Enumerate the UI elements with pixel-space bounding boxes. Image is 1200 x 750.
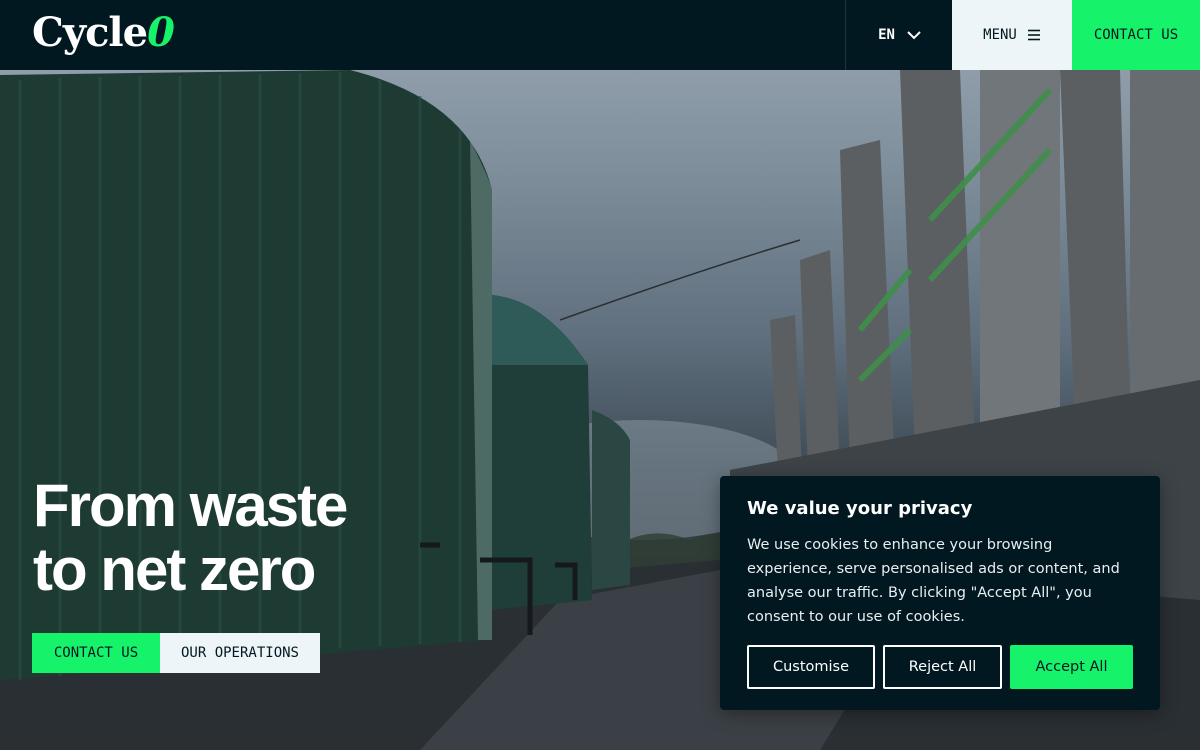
reject-all-label: Reject All bbox=[908, 659, 977, 675]
reject-all-button[interactable]: Reject All bbox=[883, 645, 1002, 689]
cookie-body-text: We use cookies to enhance your browsing … bbox=[747, 537, 1120, 625]
headline-line-2: to net zero bbox=[33, 536, 316, 603]
menu-button[interactable]: MENU bbox=[952, 0, 1072, 70]
hero-cta-group: CONTACT US OUR OPERATIONS bbox=[32, 633, 320, 673]
chevron-down-icon bbox=[907, 30, 921, 39]
cookie-button-group: Customise Reject All Accept All bbox=[747, 645, 1133, 689]
language-selector[interactable]: EN bbox=[845, 0, 953, 70]
hero-headline: From waste to net zero bbox=[33, 472, 348, 603]
header-contact-label: CONTACT US bbox=[1093, 27, 1179, 43]
logo-text: Cycle bbox=[32, 9, 148, 56]
cookie-title: We value your privacy bbox=[747, 498, 973, 519]
customise-label: Customise bbox=[772, 659, 850, 675]
header-contact-button[interactable]: CONTACT US bbox=[1072, 0, 1200, 70]
hamburger-icon bbox=[1027, 29, 1040, 41]
headline-line-1: From waste bbox=[33, 472, 348, 539]
logo-accent: 0 bbox=[147, 9, 175, 56]
hero-contact-label: CONTACT US bbox=[53, 645, 139, 661]
our-operations-label: OUR OPERATIONS bbox=[180, 645, 299, 661]
cycle0-logo[interactable]: Cycle0 bbox=[32, 8, 175, 58]
language-label: EN bbox=[878, 27, 895, 43]
accept-all-label: Accept All bbox=[1035, 659, 1108, 675]
hero-contact-button[interactable]: CONTACT US bbox=[32, 633, 160, 673]
our-operations-button[interactable]: OUR OPERATIONS bbox=[160, 633, 320, 673]
site-header: Cycle0 EN MENU CONTACT US bbox=[0, 0, 1200, 70]
accept-all-button[interactable]: Accept All bbox=[1010, 645, 1133, 689]
customise-button[interactable]: Customise bbox=[747, 645, 875, 689]
cookie-consent-banner: We value your privacy We use cookies to … bbox=[720, 476, 1160, 710]
menu-label: MENU bbox=[983, 27, 1017, 43]
